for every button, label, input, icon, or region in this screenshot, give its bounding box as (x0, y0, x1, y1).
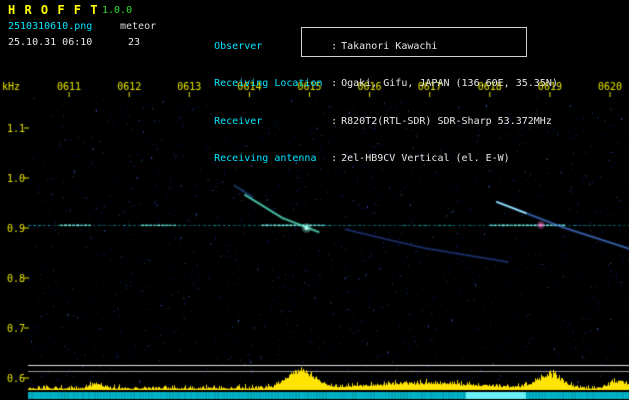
info-row-location: Receiving Location: Ogaki, Gifu, JAPAN (1… (178, 66, 558, 89)
station-info: Observer: Takanori Kawachi Receiving Loca… (178, 3, 558, 178)
mode-label: meteor (120, 21, 157, 32)
info-colon: : (331, 153, 338, 164)
info-row-antenna: Receiving antenna:2el-HB9CV Vertical (el… (178, 141, 558, 164)
app-title: H R O F F T (8, 3, 99, 17)
info-value: Takanori Kawachi (341, 40, 438, 52)
info-colon: : (331, 115, 338, 127)
info-colon: : (331, 78, 338, 89)
info-label: Receiving antenna (214, 153, 317, 164)
info-label: Receiver (214, 115, 263, 127)
info-colon: : (331, 40, 338, 52)
info-row-receiver: Receiver: R820T2(RTL-SDR) SDR-Sharp 53.37… (178, 103, 558, 127)
observation-timestamp: 25.10.31 06:10 (8, 37, 93, 48)
app-version: 1.0.0 (102, 5, 133, 16)
info-value: R820T2(RTL-SDR) SDR-Sharp 53.372MHz (341, 115, 552, 127)
output-filename: 2510310610.png (8, 21, 93, 32)
echo-count: 23 (128, 37, 141, 48)
info-value: 2el-HB9CV Vertical (el. E-W) (341, 153, 510, 164)
info-label: Receiving Location (214, 78, 323, 89)
info-label: Observer (214, 40, 263, 52)
info-value: Ogaki, Gifu, JAPAN (136.60E, 35.35N) (341, 78, 558, 89)
info-row-observer: Observer: Takanori Kawachi (178, 28, 558, 52)
hrofft-screenshot: H R O F F T 1.0.0 2510310610.png meteor … (0, 0, 629, 400)
